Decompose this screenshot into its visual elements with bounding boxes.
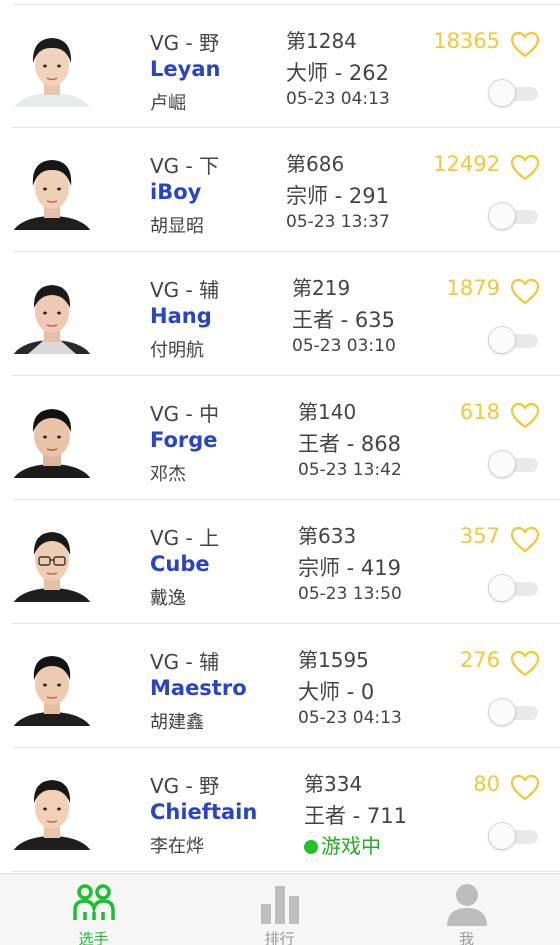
player-real-name: 李在烨: [150, 836, 204, 857]
player-avatar: [14, 150, 90, 230]
player-tier: 王者 - 711: [304, 804, 408, 828]
profile-icon: [445, 882, 489, 926]
player-real-name: 卢崛: [150, 93, 186, 114]
player-real-name: 付明航: [150, 340, 204, 361]
player-rank: 第633: [298, 524, 357, 548]
like-count: 276: [459, 648, 500, 672]
player-row[interactable]: VG - 野 Chieftain 李在烨 第334 王者 - 711 游戏中 8…: [12, 748, 560, 872]
player-row[interactable]: VG - 野 Leyan 卢崛 第1284 大师 - 262 05-23 04:…: [12, 4, 560, 128]
in-game-label: 游戏中: [321, 834, 381, 858]
like-count: 357: [459, 524, 500, 548]
player-rank: 第140: [298, 400, 357, 424]
follow-toggle[interactable]: [488, 200, 540, 232]
team-role: VG - 下: [150, 154, 220, 178]
like-count: 12492: [433, 152, 500, 176]
follow-toggle[interactable]: [488, 696, 540, 728]
player-row[interactable]: VG - 辅 Maestro 胡建鑫 第1595 大师 - 0 05-23 04…: [12, 624, 560, 748]
player-nick[interactable]: Leyan: [150, 57, 220, 81]
heart-icon[interactable]: [510, 526, 540, 554]
heart-icon[interactable]: [510, 774, 540, 802]
player-nick[interactable]: Hang: [150, 304, 212, 328]
player-tier: 宗师 - 291: [286, 184, 390, 208]
heart-icon[interactable]: [510, 402, 540, 430]
heart-icon[interactable]: [510, 650, 540, 678]
player-rank: 第219: [292, 276, 351, 300]
player-nick[interactable]: Maestro: [150, 676, 247, 700]
tab-label: 选手: [78, 930, 109, 945]
player-tier: 王者 - 635: [292, 308, 396, 332]
last-update-time: 05-23 03:10: [292, 336, 396, 356]
player-row[interactable]: VG - 上 Cube 戴逸 第633 宗师 - 419 05-23 13:50…: [12, 500, 560, 624]
last-update-time: 05-23 13:50: [298, 584, 402, 604]
follow-toggle[interactable]: [488, 820, 540, 852]
players-icon: [72, 882, 116, 926]
tab-label: 排行: [264, 930, 295, 945]
in-game-status: 游戏中: [304, 830, 381, 859]
heart-icon[interactable]: [510, 31, 540, 59]
team-role: VG - 辅: [150, 278, 220, 302]
last-update-time: 05-23 04:13: [298, 708, 402, 728]
heart-icon[interactable]: [510, 278, 540, 306]
follow-toggle[interactable]: [488, 572, 540, 604]
player-tier: 宗师 - 419: [298, 556, 402, 580]
player-nick[interactable]: Chieftain: [150, 800, 257, 824]
player-nick[interactable]: Cube: [150, 552, 210, 576]
follow-toggle[interactable]: [488, 324, 540, 356]
player-nick[interactable]: Forge: [150, 428, 218, 452]
last-update-time: 05-23 13:42: [298, 460, 402, 480]
like-count: 618: [459, 400, 500, 424]
heart-icon[interactable]: [510, 154, 540, 182]
last-update-time: 05-23 04:13: [286, 89, 390, 109]
bottom-tab-bar: 选手 排行 我: [0, 873, 560, 945]
player-rank: 第1284: [286, 29, 357, 53]
player-avatar: [14, 770, 90, 850]
team-role: VG - 上: [150, 526, 220, 550]
player-row[interactable]: VG - 下 iBoy 胡显昭 第686 宗师 - 291 05-23 13:3…: [12, 128, 560, 252]
team-role: VG - 中: [150, 402, 220, 426]
ranking-icon: [258, 882, 302, 926]
follow-toggle[interactable]: [488, 77, 540, 109]
tab-label: 我: [458, 930, 474, 945]
player-avatar: [14, 398, 90, 478]
player-tier: 大师 - 0: [298, 680, 375, 704]
player-avatar: [14, 274, 90, 354]
player-avatar: [14, 646, 90, 726]
online-dot-icon: [304, 840, 318, 854]
like-count: 1879: [446, 276, 500, 300]
player-rank: 第334: [304, 772, 363, 796]
player-rank: 第1595: [298, 648, 369, 672]
player-real-name: 胡显昭: [150, 216, 204, 237]
player-real-name: 邓杰: [150, 464, 186, 485]
player-real-name: 胡建鑫: [150, 712, 204, 733]
player-rank: 第686: [286, 152, 345, 176]
last-update-time: 05-23 13:37: [286, 212, 390, 232]
player-nick[interactable]: iBoy: [150, 180, 201, 204]
team-role: VG - 辅: [150, 650, 220, 674]
player-avatar: [14, 27, 90, 107]
player-tier: 大师 - 262: [286, 61, 390, 85]
player-row[interactable]: VG - 辅 Hang 付明航 第219 王者 - 635 05-23 03:1…: [12, 252, 560, 376]
player-list[interactable]: VG - 野 Leyan 卢崛 第1284 大师 - 262 05-23 04:…: [0, 0, 560, 873]
like-count: 18365: [433, 29, 500, 53]
team-role: VG - 野: [150, 774, 220, 798]
player-tier: 王者 - 868: [298, 432, 402, 456]
tab-profile[interactable]: 我: [373, 874, 560, 945]
team-role: VG - 野: [150, 31, 220, 55]
player-real-name: 戴逸: [150, 588, 186, 609]
follow-toggle[interactable]: [488, 448, 540, 480]
tab-players[interactable]: 选手: [0, 874, 187, 945]
tab-ranking[interactable]: 排行: [186, 874, 373, 945]
like-count: 80: [473, 772, 500, 796]
player-row[interactable]: VG - 中 Forge 邓杰 第140 王者 - 868 05-23 13:4…: [12, 376, 560, 500]
player-avatar: [14, 522, 90, 602]
